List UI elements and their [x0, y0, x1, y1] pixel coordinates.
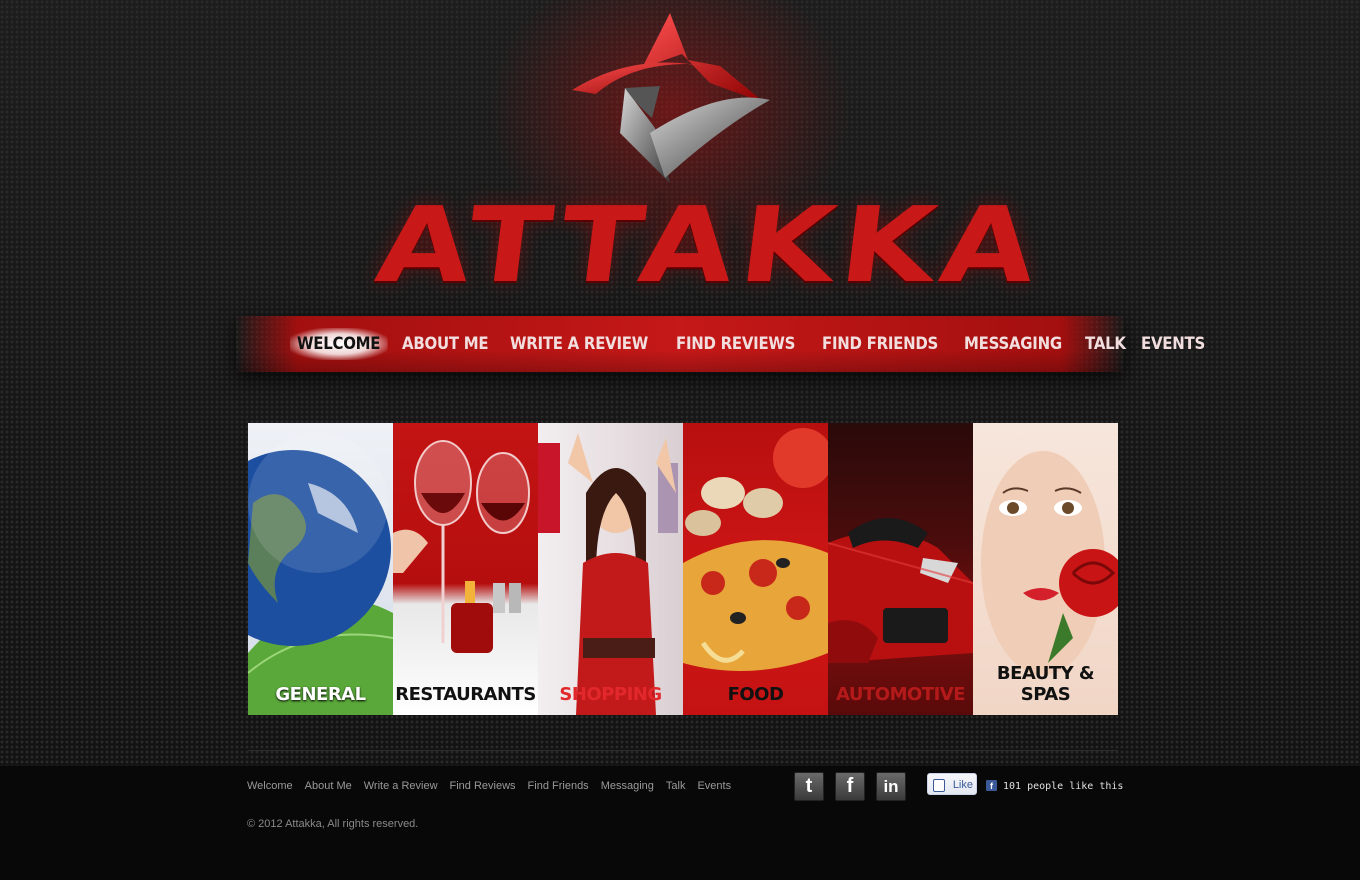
category-automotive[interactable]: Automotive: [828, 423, 973, 715]
nav-item-talk[interactable]: Talk: [1078, 328, 1133, 360]
footer-link-welcome[interactable]: Welcome: [247, 780, 293, 792]
category-grid: General Restaurants Shopping: [248, 423, 1118, 715]
footer-link-messaging[interactable]: Messaging: [601, 780, 654, 792]
footer-link-find-reviews[interactable]: Find Reviews: [450, 780, 516, 792]
category-label: Restaurants: [395, 684, 536, 705]
copyright-text: © 2012 Attakka, All rights reserved.: [247, 818, 419, 830]
nav-item-messaging[interactable]: Messaging: [957, 328, 1069, 360]
category-restaurants[interactable]: Restaurants: [393, 423, 538, 715]
category-label: Automotive: [836, 684, 966, 705]
footer-link-write-a-review[interactable]: Write a Review: [364, 780, 438, 792]
footer-link-talk[interactable]: Talk: [666, 780, 686, 792]
pizza-icon: [683, 428, 828, 671]
footer-link-events[interactable]: Events: [697, 780, 731, 792]
footer-link-about-me[interactable]: About Me: [305, 780, 352, 792]
nav-item-about-me[interactable]: About Me: [395, 328, 495, 360]
category-general[interactable]: General: [248, 423, 393, 715]
footer-nav: Welcome About Me Write a Review Find Rev…: [247, 780, 743, 792]
category-label: Food: [727, 684, 784, 705]
facebook-like-button[interactable]: Like: [927, 773, 977, 795]
category-shopping[interactable]: Shopping: [538, 423, 683, 715]
brand-wordmark: ATTAKKA: [370, 184, 1050, 306]
logo-emblem-icon: [572, 13, 770, 183]
site-logo[interactable]: ATTAKKA: [370, 8, 1049, 306]
car-icon: [828, 518, 973, 663]
footer-link-find-friends[interactable]: Find Friends: [528, 780, 589, 792]
nav-item-find-reviews[interactable]: Find Reviews: [669, 328, 802, 360]
nav-item-events[interactable]: Events: [1134, 328, 1212, 360]
globe-icon: [248, 433, 393, 715]
linkedin-icon[interactable]: in: [876, 772, 906, 801]
nav-item-write-a-review[interactable]: Write a Review: [503, 328, 655, 360]
shopping-bag-icon: [538, 433, 678, 715]
footer: Welcome About Me Write a Review Find Rev…: [0, 766, 1360, 880]
category-beauty-spas[interactable]: Beauty & Spas: [973, 423, 1118, 715]
category-label: Shopping: [559, 684, 662, 705]
wine-glass-icon: [393, 440, 530, 653]
category-food[interactable]: Food: [683, 423, 828, 715]
like-label: Like: [952, 779, 973, 791]
category-label: Beauty & Spas: [996, 663, 1095, 705]
footer-divider: [248, 750, 1118, 751]
nav-item-welcome[interactable]: Welcome: [290, 328, 388, 360]
nav-item-find-friends[interactable]: Find Friends: [815, 328, 945, 360]
facebook-icon[interactable]: f: [835, 772, 865, 801]
tumblr-icon[interactable]: t: [794, 772, 824, 801]
facebook-small-icon: f: [986, 780, 997, 791]
like-count-text: 101 people like this: [1003, 781, 1124, 792]
thumbs-up-icon: [933, 779, 945, 792]
main-nav: Welcome About Me Write a Review Find Rev…: [236, 316, 1205, 372]
category-label: General: [275, 684, 366, 705]
